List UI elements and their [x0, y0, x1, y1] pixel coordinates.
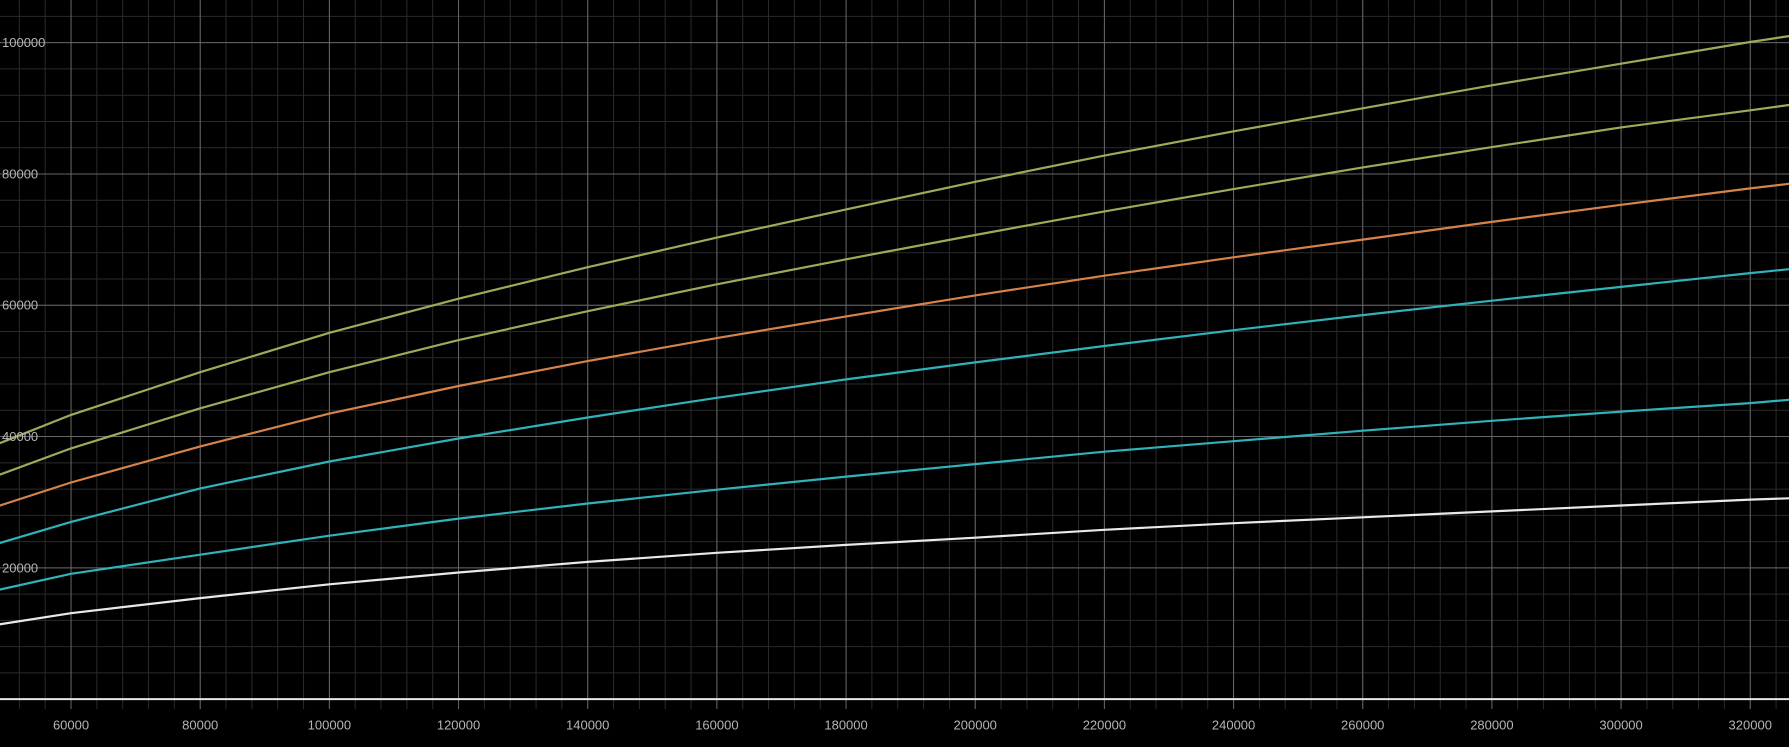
x-tick-label: 80000	[182, 717, 218, 732]
y-tick-label: 40000	[2, 429, 38, 444]
x-tick-label: 140000	[566, 717, 609, 732]
x-tick-label: 240000	[1212, 717, 1255, 732]
x-tick-label: 180000	[824, 717, 867, 732]
x-tick-label: 60000	[53, 717, 89, 732]
y-tick-label: 60000	[2, 298, 38, 313]
y-tick-label: 20000	[2, 560, 38, 575]
x-tick-label: 160000	[695, 717, 738, 732]
x-tick-label: 220000	[1083, 717, 1126, 732]
x-tick-label: 280000	[1470, 717, 1513, 732]
x-tick-label: 260000	[1341, 717, 1384, 732]
x-tick-label: 300000	[1599, 717, 1642, 732]
y-tick-label: 80000	[2, 166, 38, 181]
x-tick-label: 320000	[1729, 717, 1772, 732]
x-tick-label: 120000	[437, 717, 480, 732]
x-tick-label: 100000	[308, 717, 351, 732]
x-tick-label: 200000	[954, 717, 997, 732]
line-chart[interactable]: 60000 80000 100000 120000 140000 160000 180000…	[0, 0, 1789, 747]
y-tick-label: 100000	[2, 35, 45, 50]
